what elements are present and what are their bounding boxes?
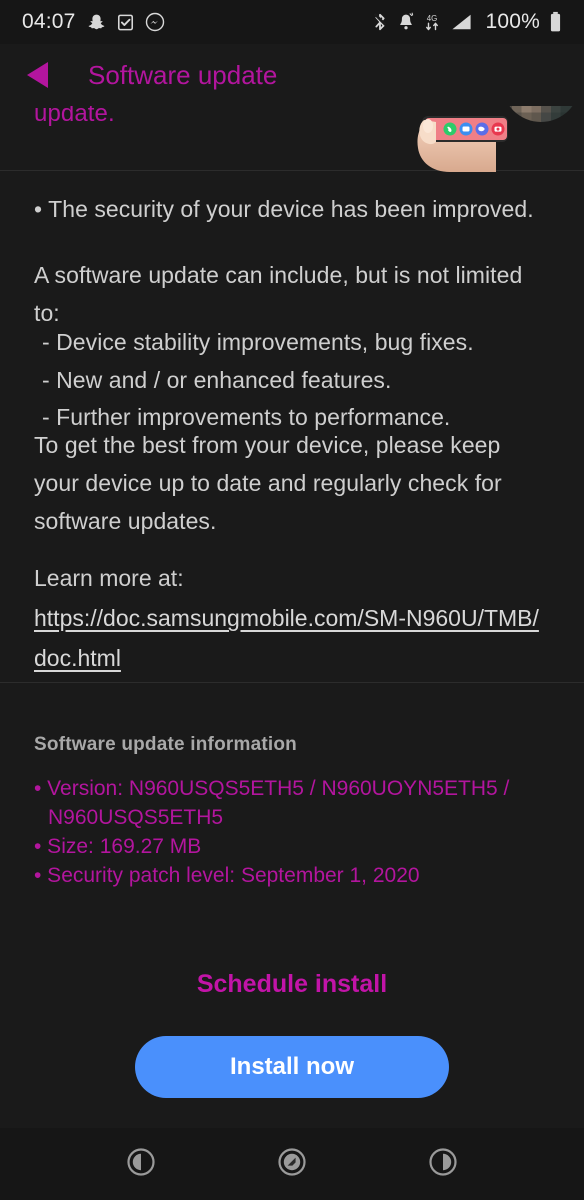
- status-bar-right: 4G 100%: [372, 10, 562, 34]
- snapchat-icon: [87, 13, 106, 32]
- battery-icon: [549, 11, 562, 33]
- status-bar: 04:07 4G 100%: [0, 0, 584, 44]
- page-title: Software update: [88, 59, 278, 90]
- keep-up-to-date-text: To get the best from your device, please…: [34, 432, 502, 534]
- battery-percent-label: 100%: [485, 10, 540, 33]
- info-divider: [0, 682, 584, 683]
- back-button[interactable]: [8, 46, 66, 104]
- learn-more-label: Learn more at:: [34, 565, 184, 591]
- size-line: • Size: 169.27 MB: [34, 835, 202, 858]
- update-content-scroll[interactable]: update. • The security of your device ha…: [0, 106, 584, 1128]
- software-update-screen: 04:07 4G 100% Software update update. • …: [0, 0, 584, 1200]
- documentation-link[interactable]: https://doc.samsungmobile.com/SM-N960U/T…: [34, 605, 539, 671]
- recents-circle-icon: [126, 1147, 156, 1182]
- install-now-button[interactable]: Install now: [135, 1036, 449, 1098]
- app-bar: Software update: [0, 44, 584, 106]
- home-circle-icon: [277, 1147, 307, 1182]
- status-bar-left: 04:07: [22, 10, 165, 34]
- svg-text:4G: 4G: [427, 13, 437, 22]
- bluetooth-disconnected-icon: [372, 12, 388, 32]
- version-line-2: N960USQS5ETH5: [48, 806, 224, 829]
- data-transfer-icon: 4G: [424, 12, 440, 33]
- security-patch-line: • Security patch level: September 1, 202…: [34, 864, 420, 887]
- back-triangle-icon: [26, 62, 48, 88]
- checkbox-icon: [117, 13, 134, 32]
- hand-holding-phone-image: [410, 106, 526, 172]
- notification-bell-icon: [397, 12, 415, 32]
- version-line-1: • Version: N960USQS5ETH5 / N960UOYN5ETH5…: [34, 777, 510, 800]
- cut-off-text: update.: [34, 106, 115, 127]
- security-improved-text: • The security of your device has been i…: [34, 196, 534, 222]
- navigation-bar: [0, 1128, 584, 1200]
- update-info-list: • Version: N960USQS5ETH5 / N960UOYN5ETH5…: [34, 774, 554, 890]
- back-nav-button[interactable]: [420, 1141, 466, 1187]
- bullet-device-stability: - Device stability improvements, bug fix…: [42, 329, 474, 355]
- learn-more-block: Learn more at: https://doc.samsungmobile…: [34, 558, 550, 678]
- signal-strength-icon: [449, 12, 474, 32]
- update-info-heading: Software update information: [34, 734, 297, 755]
- home-button[interactable]: [269, 1141, 315, 1187]
- schedule-install-button[interactable]: Schedule install: [0, 970, 584, 999]
- messenger-icon: [145, 12, 165, 32]
- recents-button[interactable]: [118, 1141, 164, 1187]
- status-clock: 04:07: [22, 10, 76, 33]
- back-circle-icon: [428, 1147, 458, 1182]
- update-includes-intro: A software update can include, but is no…: [34, 262, 523, 326]
- bullet-new-features: - New and / or enhanced features.: [42, 367, 392, 393]
